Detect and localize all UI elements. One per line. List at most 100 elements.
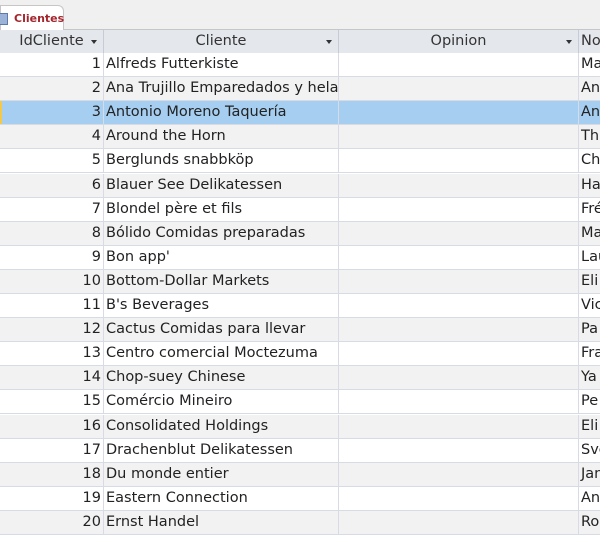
- column-header-idcliente[interactable]: IdCliente: [0, 30, 104, 53]
- dropdown-arrow-icon[interactable]: [566, 40, 572, 44]
- table-row[interactable]: 10 Bottom-Dollar Markets Eli: [0, 269, 600, 294]
- cell-contacto[interactable]: Fra: [579, 342, 600, 365]
- cell-cliente[interactable]: Bon app': [104, 245, 339, 269]
- cell-cliente[interactable]: Blauer See Delikatessen: [104, 173, 339, 197]
- column-header-opinion[interactable]: Opinion: [339, 30, 579, 53]
- cell-cliente[interactable]: Cactus Comidas para llevar: [104, 318, 339, 342]
- cell-contacto[interactable]: Pe: [579, 390, 600, 413]
- cell-cliente[interactable]: Consolidated Holdings: [104, 414, 339, 438]
- table-row[interactable]: 2 Ana Trujillo Emparedados y helados An: [0, 77, 600, 102]
- cell-idcliente[interactable]: 7: [0, 197, 104, 221]
- cell-contacto[interactable]: Ch: [579, 149, 600, 172]
- cell-idcliente[interactable]: 6: [0, 173, 104, 197]
- cell-contacto[interactable]: Fré: [579, 198, 600, 221]
- cell-contacto[interactable]: An: [579, 487, 600, 510]
- cell-cliente[interactable]: Chop-suey Chinese: [104, 366, 339, 390]
- table-row[interactable]: 13Centro comercial Moctezuma Fra: [0, 342, 600, 367]
- cell-idcliente[interactable]: 2: [0, 77, 104, 101]
- cell-opinion[interactable]: [339, 510, 579, 534]
- cell-contacto[interactable]: An: [579, 101, 600, 124]
- cell-cliente[interactable]: Du monde entier: [104, 462, 339, 486]
- cell-contacto[interactable]: Jan: [579, 463, 600, 486]
- cell-contacto[interactable]: Lau: [579, 246, 600, 269]
- cell-cliente[interactable]: Ernst Handel: [104, 510, 339, 534]
- cell-opinion[interactable]: [339, 342, 579, 366]
- cell-opinion[interactable]: [339, 245, 579, 269]
- cell-opinion[interactable]: [339, 318, 579, 342]
- cell-contacto[interactable]: An: [579, 77, 600, 100]
- tab-clientes[interactable]: Clientes: [0, 5, 64, 31]
- cell-contacto[interactable]: Th: [579, 125, 600, 148]
- cell-contacto[interactable]: Eli: [579, 415, 600, 438]
- cell-contacto[interactable]: Ma: [579, 53, 600, 76]
- cell-idcliente[interactable]: 14: [0, 366, 104, 390]
- column-header-cliente[interactable]: Cliente: [104, 30, 339, 53]
- cell-contacto[interactable]: Sve: [579, 439, 600, 462]
- table-row[interactable]: 5 Berglunds snabbköp Ch: [0, 149, 600, 174]
- table-row[interactable]: 1Alfreds Futterkiste Ma: [0, 53, 600, 77]
- cell-cliente[interactable]: Berglunds snabbköp: [104, 149, 339, 173]
- cell-opinion[interactable]: [339, 197, 579, 221]
- cell-opinion[interactable]: [339, 438, 579, 462]
- cell-contacto[interactable]: Ya: [579, 366, 600, 389]
- cell-contacto[interactable]: Ma: [579, 222, 600, 245]
- cell-contacto[interactable]: Eli: [579, 270, 600, 293]
- cell-contacto[interactable]: Vic: [579, 294, 600, 317]
- cell-idcliente[interactable]: 20: [0, 510, 104, 534]
- table-row[interactable]: 6 Blauer See Delikatessen Ha: [0, 173, 600, 198]
- cell-idcliente[interactable]: 18: [0, 462, 104, 486]
- table-row[interactable]: 12 Cactus Comidas para llevar Pa: [0, 318, 600, 343]
- table-row[interactable]: 11B's Beverages Vic: [0, 294, 600, 318]
- table-row[interactable]: 17Drachenblut Delikatessen Sve: [0, 438, 600, 463]
- cell-cliente[interactable]: B's Beverages: [104, 294, 339, 317]
- cell-cliente[interactable]: Blondel père et fils: [104, 197, 339, 221]
- cell-cliente[interactable]: Eastern Connection: [104, 486, 339, 510]
- cell-opinion[interactable]: [339, 462, 579, 486]
- cell-cliente[interactable]: Centro comercial Moctezuma: [104, 342, 339, 366]
- cell-opinion[interactable]: [339, 486, 579, 510]
- cell-opinion[interactable]: [339, 294, 579, 317]
- table-row[interactable]: 20 Ernst Handel Ro: [0, 510, 600, 535]
- cell-idcliente[interactable]: 9: [0, 245, 104, 269]
- cell-opinion[interactable]: [339, 390, 579, 414]
- record-selector[interactable]: [0, 101, 2, 125]
- cell-contacto[interactable]: Pa: [579, 318, 600, 341]
- cell-idcliente[interactable]: 16: [0, 414, 104, 438]
- cell-opinion[interactable]: [339, 77, 579, 101]
- table-row[interactable]: 15 Comércio Mineiro Pe: [0, 390, 600, 415]
- cell-opinion[interactable]: [339, 125, 579, 149]
- cell-cliente[interactable]: Alfreds Futterkiste: [104, 53, 339, 76]
- cell-idcliente[interactable]: 17: [0, 438, 104, 462]
- table-row[interactable]: 9Bon app' Lau: [0, 245, 600, 270]
- cell-opinion[interactable]: [339, 173, 579, 197]
- cell-opinion[interactable]: [339, 414, 579, 438]
- cell-cliente[interactable]: Comércio Mineiro: [104, 390, 339, 414]
- cell-idcliente[interactable]: 3: [0, 101, 104, 125]
- cell-cliente[interactable]: Bottom-Dollar Markets: [104, 269, 339, 293]
- cell-cliente[interactable]: Bólido Comidas preparadas: [104, 221, 339, 245]
- column-header-contacto[interactable]: No: [579, 30, 600, 53]
- dropdown-arrow-icon[interactable]: [91, 40, 97, 44]
- cell-idcliente[interactable]: 8: [0, 221, 104, 245]
- table-row[interactable]: 19 Eastern Connection An: [0, 486, 600, 511]
- cell-opinion[interactable]: [339, 269, 579, 293]
- cell-cliente[interactable]: Antonio Moreno Taquería: [104, 101, 339, 125]
- cell-idcliente[interactable]: 5: [0, 149, 104, 173]
- cell-opinion[interactable]: [339, 221, 579, 245]
- cell-cliente[interactable]: Ana Trujillo Emparedados y helados: [104, 77, 339, 101]
- table-row[interactable]: 7Blondel père et fils Fré: [0, 197, 600, 222]
- cell-cliente[interactable]: Around the Horn: [104, 125, 339, 149]
- cell-contacto[interactable]: Ro: [579, 511, 600, 534]
- cell-opinion[interactable]: [339, 149, 579, 173]
- table-row[interactable]: 3 Antonio Moreno Taquería An: [0, 101, 600, 126]
- cell-opinion[interactable]: [339, 366, 579, 390]
- cell-idcliente[interactable]: 12: [0, 318, 104, 342]
- table-row[interactable]: 16 Consolidated Holdings Eli: [0, 414, 600, 439]
- table-row[interactable]: 8Bólido Comidas preparadas Ma: [0, 221, 600, 246]
- cell-idcliente[interactable]: 1: [0, 53, 104, 76]
- cell-opinion[interactable]: [339, 53, 579, 76]
- table-row[interactable]: 14 Chop-suey Chinese Ya: [0, 366, 600, 391]
- cell-idcliente[interactable]: 19: [0, 486, 104, 510]
- cell-idcliente[interactable]: 13: [0, 342, 104, 366]
- cell-contacto[interactable]: Ha: [579, 174, 600, 197]
